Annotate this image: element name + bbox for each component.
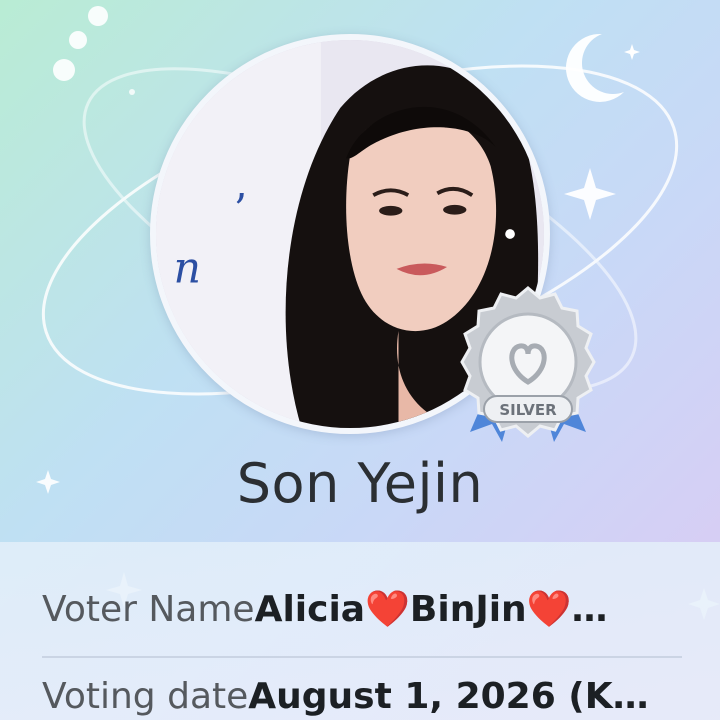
voting-date-value: August 1, 2026 (K… [248, 676, 649, 717]
candidate-name: Son Yejin [236, 452, 484, 515]
svg-text:n: n [173, 244, 200, 294]
bubble-icon [53, 59, 75, 81]
voting-date-label: Voting date [42, 676, 249, 717]
bubble-icon [69, 31, 87, 49]
bubble-icon [129, 89, 135, 95]
row-divider [42, 656, 682, 658]
voter-name-label: Voter Name [42, 589, 255, 630]
silver-badge-icon: SILVER [460, 286, 596, 442]
voter-name-row: Voter NameAlicia❤️BinJin❤️… [42, 588, 682, 630]
bubble-icon [88, 6, 108, 26]
sparkle-icon [624, 44, 640, 60]
svg-text:’: ’ [234, 185, 248, 235]
moon-icon [565, 33, 624, 102]
badge-label: SILVER [499, 401, 557, 419]
voter-name-value: Alicia❤️BinJin❤️… [254, 589, 608, 630]
sparkle-icon [564, 168, 616, 220]
voting-date-row: Voting dateAugust 1, 2026 (K… [42, 676, 682, 717]
